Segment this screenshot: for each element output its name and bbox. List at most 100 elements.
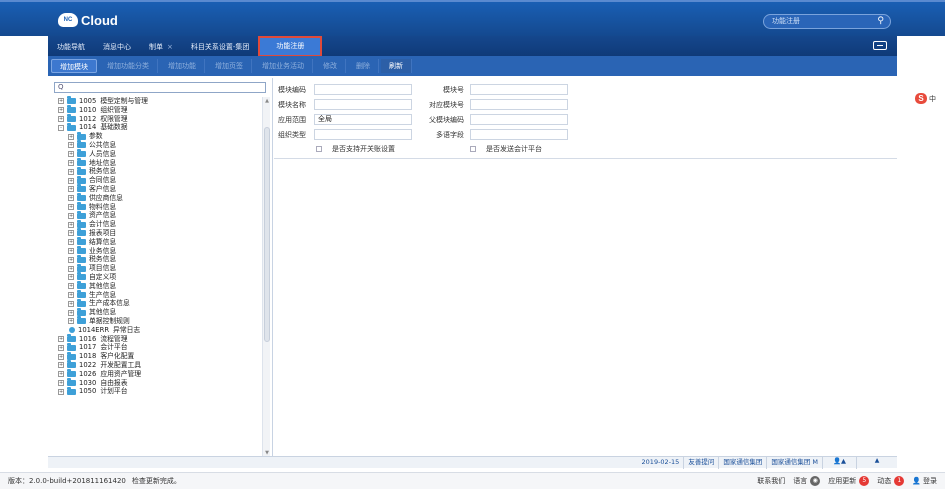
- tree-item[interactable]: + 税务信息: [58, 254, 253, 264]
- tree-search-input[interactable]: Q: [54, 82, 266, 93]
- parent-code-field[interactable]: [470, 114, 568, 125]
- toolbar-button-1[interactable]: 增加功能分类: [99, 59, 158, 73]
- scroll-thumb[interactable]: [264, 127, 270, 342]
- expand-toggle-icon[interactable]: +: [68, 274, 74, 281]
- expand-toggle-icon[interactable]: +: [58, 344, 64, 351]
- expand-toggle-icon[interactable]: +: [68, 212, 74, 219]
- tab-1[interactable]: 消息中心: [94, 38, 140, 56]
- expand-toggle-icon[interactable]: +: [58, 388, 64, 395]
- expand-toggle-icon[interactable]: +: [68, 283, 74, 290]
- tree-item[interactable]: + 资产信息: [58, 210, 253, 220]
- tree-item[interactable]: + 会计信息: [58, 219, 253, 229]
- expand-toggle-icon[interactable]: +: [58, 371, 64, 378]
- tree-item[interactable]: +1022 开发配置工具: [58, 360, 253, 370]
- org-type-field[interactable]: [314, 129, 412, 140]
- expand-toggle-icon[interactable]: +: [68, 159, 74, 166]
- tree-item[interactable]: +1005 模型定制与管理: [58, 96, 253, 106]
- tree-item[interactable]: +1017 会计平台: [58, 342, 253, 352]
- tree-item[interactable]: + 税务信息: [58, 166, 253, 176]
- tree-item[interactable]: + 公共信息: [58, 140, 253, 150]
- tree-item[interactable]: + 合同信息: [58, 175, 253, 185]
- close-icon[interactable]: ×: [167, 43, 173, 51]
- expand-toggle-icon[interactable]: +: [58, 379, 64, 386]
- expand-toggle-icon[interactable]: +: [58, 362, 64, 369]
- ime-indicator[interactable]: S 中: [915, 93, 936, 104]
- tree-item[interactable]: + 结算信息: [58, 237, 253, 247]
- expand-toggle-icon[interactable]: +: [68, 300, 74, 307]
- expand-toggle-icon[interactable]: +: [58, 335, 64, 342]
- tree-item[interactable]: +1026 应用资产管理: [58, 369, 253, 379]
- tree-item[interactable]: + 自定义项: [58, 272, 253, 282]
- user-menu-icon[interactable]: 👤▲: [823, 456, 857, 469]
- expand-toggle-icon[interactable]: +: [68, 247, 74, 254]
- tab-3[interactable]: 科目关系设置-集团: [182, 38, 259, 56]
- app-scope-field[interactable]: 全局: [314, 114, 412, 125]
- expand-toggle-icon[interactable]: +: [68, 151, 74, 158]
- module-name-field[interactable]: [314, 99, 412, 110]
- login-link[interactable]: 👤 登录: [912, 476, 937, 486]
- activity-link[interactable]: 动态 1: [877, 476, 905, 486]
- mapping-no-field[interactable]: [470, 99, 568, 110]
- tree-item[interactable]: + 其他信息: [58, 281, 253, 291]
- toolbar-button-4[interactable]: 增加业务活动: [254, 59, 313, 73]
- tree-item[interactable]: 1014ERR 异常日志: [58, 326, 253, 335]
- send-accounting-checkbox[interactable]: [470, 146, 476, 152]
- expand-toggle-icon[interactable]: +: [68, 256, 74, 263]
- expand-toggle-icon[interactable]: +: [68, 309, 74, 316]
- expand-toggle-icon[interactable]: -: [58, 124, 64, 131]
- bottom-link-group[interactable]: 国家通信集团: [719, 456, 768, 469]
- expand-toggle-icon[interactable]: +: [68, 221, 74, 228]
- tree-scrollbar[interactable]: ▲ ▼: [262, 97, 270, 457]
- expand-toggle-icon[interactable]: +: [68, 186, 74, 193]
- tree-item[interactable]: +1010 组织管理: [58, 105, 253, 115]
- expand-toggle-icon[interactable]: +: [68, 177, 74, 184]
- tree-item[interactable]: +1018 客户化配置: [58, 351, 253, 361]
- expand-toggle-icon[interactable]: +: [68, 239, 74, 246]
- tree-item[interactable]: + 其他信息: [58, 307, 253, 317]
- tree-item[interactable]: + 地址信息: [58, 157, 253, 168]
- toolbar-button-2[interactable]: 增加功能: [160, 59, 205, 73]
- bottom-link-group-m[interactable]: 国家通信集团 M: [767, 456, 823, 469]
- toolbar-button-5[interactable]: 修改: [315, 59, 346, 73]
- expand-toggle-icon[interactable]: +: [68, 203, 74, 210]
- scroll-up-icon[interactable]: ▲: [264, 98, 270, 104]
- toolbar-button-3[interactable]: 增加页签: [207, 59, 252, 73]
- expand-toggle-icon[interactable]: +: [68, 265, 74, 272]
- expand-toggle-icon[interactable]: +: [68, 142, 74, 149]
- app-update-link[interactable]: 应用更新 5: [828, 476, 870, 486]
- tree-item[interactable]: +1016 流程管理: [58, 333, 253, 344]
- tree-item[interactable]: + 客户信息: [58, 184, 253, 194]
- expand-toggle-icon[interactable]: +: [68, 133, 74, 140]
- toolbar-button-6[interactable]: 删除: [348, 59, 379, 73]
- expand-toggle-icon[interactable]: +: [58, 115, 64, 122]
- toolbar-button-7[interactable]: 刷新: [381, 59, 412, 73]
- tree-item[interactable]: + 人员信息: [58, 149, 253, 159]
- expand-toggle-icon[interactable]: +: [68, 291, 74, 298]
- expand-toggle-icon[interactable]: +: [68, 318, 74, 325]
- tree-item[interactable]: + 生产成本信息: [58, 298, 253, 308]
- tree-item[interactable]: + 报表项目: [58, 228, 253, 238]
- module-no-field[interactable]: [470, 84, 568, 95]
- tree-item[interactable]: + 参数: [58, 131, 253, 141]
- module-code-field[interactable]: [314, 84, 412, 95]
- language-switch[interactable]: 语言 ◉: [793, 476, 821, 486]
- expand-toggle-icon[interactable]: +: [58, 353, 64, 360]
- multilang-field[interactable]: [470, 129, 568, 140]
- tree-item[interactable]: + 生产信息: [58, 289, 253, 300]
- tree-item[interactable]: + 业务信息: [58, 245, 253, 256]
- minimize-icon[interactable]: [873, 41, 887, 50]
- bottom-link-feedback[interactable]: 友善提问: [684, 456, 720, 469]
- tab-0[interactable]: 功能导航: [48, 38, 94, 56]
- switch-support-check[interactable]: 是否支持开关账设置: [316, 144, 395, 154]
- toolbar-button-0[interactable]: 增加模块: [51, 59, 97, 73]
- expand-toggle-icon[interactable]: +: [58, 98, 64, 105]
- expand-panel-icon[interactable]: ▲: [857, 457, 897, 469]
- tree-item[interactable]: +1012 权限管理: [58, 113, 253, 124]
- app-logo[interactable]: NC Cloud: [58, 11, 118, 29]
- tab-2[interactable]: 制单 ×: [140, 38, 182, 56]
- function-search-input[interactable]: 功能注册 ⚲: [763, 14, 891, 29]
- expand-toggle-icon[interactable]: +: [68, 168, 74, 175]
- tree-item[interactable]: + 单据控制规则: [58, 316, 253, 326]
- tree-item[interactable]: + 物料信息: [58, 201, 253, 212]
- tree-item[interactable]: +1030 自由报表: [58, 377, 253, 388]
